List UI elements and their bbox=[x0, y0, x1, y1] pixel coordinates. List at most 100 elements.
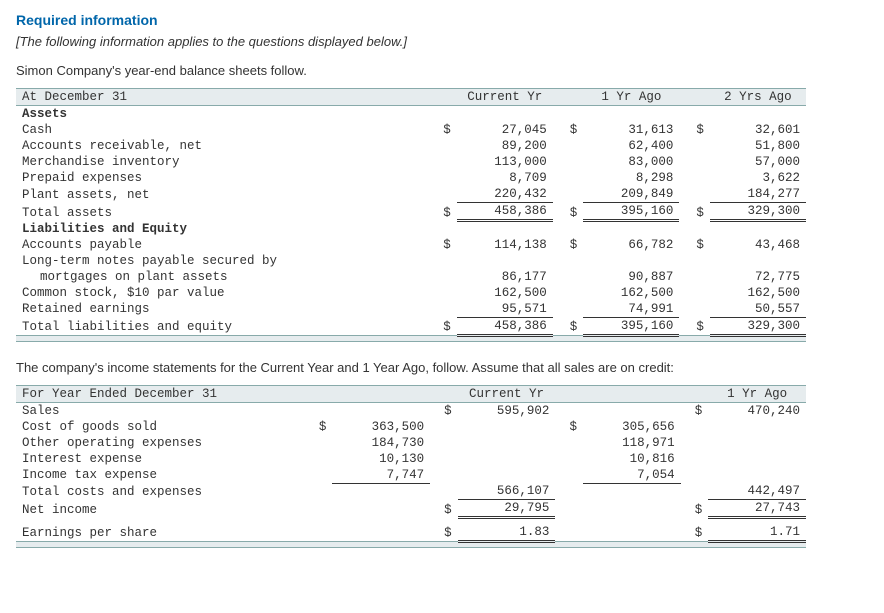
cell-val: 3,622 bbox=[710, 170, 806, 186]
cell-val: 10,816 bbox=[583, 451, 681, 467]
cell-val: 83,000 bbox=[583, 154, 679, 170]
is-row-ni: Net income $29,795 $27,743 bbox=[16, 500, 806, 518]
cell-val: 114,138 bbox=[457, 237, 553, 253]
cell-val: 89,200 bbox=[457, 138, 553, 154]
cell-sym: $ bbox=[426, 237, 456, 253]
cell-val: 90,887 bbox=[583, 269, 679, 285]
cell-val: 1.71 bbox=[708, 524, 806, 542]
bs-section-assets: Assets bbox=[16, 106, 806, 123]
cell-sym: $ bbox=[426, 317, 456, 335]
cell-val: 113,000 bbox=[457, 154, 553, 170]
is-header-row: For Year Ended December 31 Current Yr 1 … bbox=[16, 385, 806, 402]
cell-val: 118,971 bbox=[583, 435, 681, 451]
bs-col-current: Current Yr bbox=[457, 89, 553, 106]
cell-val: 162,500 bbox=[583, 285, 679, 301]
cell-sym: $ bbox=[305, 419, 333, 435]
cell-val: 470,240 bbox=[708, 402, 806, 419]
cell-val: 95,571 bbox=[457, 301, 553, 318]
cell-label: Total liabilities and equity bbox=[16, 317, 426, 335]
is-title: For Year Ended December 31 bbox=[16, 385, 305, 402]
intro-text: Simon Company's year-end balance sheets … bbox=[16, 63, 868, 78]
cell-label: Long-term notes payable secured by bbox=[16, 253, 426, 269]
cell-sym: $ bbox=[553, 122, 583, 138]
cell-val: 51,800 bbox=[710, 138, 806, 154]
bs-liab-label: Liabilities and Equity bbox=[16, 221, 426, 237]
cell-sym: $ bbox=[553, 317, 583, 335]
cell-sym: $ bbox=[681, 402, 709, 419]
cell-label: Plant assets, net bbox=[16, 186, 426, 203]
bs-row-re: Retained earnings 95,571 74,991 50,557 bbox=[16, 301, 806, 318]
balance-sheet-table: At December 31 Current Yr 1 Yr Ago 2 Yrs… bbox=[16, 88, 806, 342]
cell-val: 363,500 bbox=[332, 419, 430, 435]
cell-val: 27,743 bbox=[708, 500, 806, 518]
cell-sym: $ bbox=[430, 500, 458, 518]
cell-val: 162,500 bbox=[457, 285, 553, 301]
cell-val: 7,054 bbox=[583, 467, 681, 484]
cell-label: Retained earnings bbox=[16, 301, 426, 318]
cell-label: Total costs and expenses bbox=[16, 483, 305, 500]
cell-val: 8,298 bbox=[583, 170, 679, 186]
cell-val: 10,130 bbox=[332, 451, 430, 467]
cell-val: 66,782 bbox=[583, 237, 679, 253]
cell-sym: $ bbox=[430, 524, 458, 542]
cell-val: 43,468 bbox=[710, 237, 806, 253]
income-statement-table: For Year Ended December 31 Current Yr 1 … bbox=[16, 385, 806, 548]
bs-row-tle: Total liabilities and equity $458,386 $3… bbox=[16, 317, 806, 335]
bs-row-total-assets: Total assets $458,386 $395,160 $329,300 bbox=[16, 203, 806, 221]
bs-col-1yr: 1 Yr Ago bbox=[583, 89, 679, 106]
cell-val: 442,497 bbox=[708, 483, 806, 500]
cell-sym: $ bbox=[555, 419, 583, 435]
cell-label: Sales bbox=[16, 402, 305, 419]
is-col-current: Current Yr bbox=[458, 385, 556, 402]
is-col-1yr: 1 Yr Ago bbox=[708, 385, 806, 402]
cell-val: 395,160 bbox=[583, 317, 679, 335]
bs-row-ar: Accounts receivable, net 89,200 62,400 5… bbox=[16, 138, 806, 154]
cell-val: 86,177 bbox=[457, 269, 553, 285]
cell-val: 50,557 bbox=[710, 301, 806, 318]
bs-row-prepaid: Prepaid expenses 8,709 8,298 3,622 bbox=[16, 170, 806, 186]
is-row-cogs: Cost of goods sold $363,500 $305,656 bbox=[16, 419, 806, 435]
cell-val: 27,045 bbox=[457, 122, 553, 138]
cell-val: 184,277 bbox=[710, 186, 806, 203]
cell-sym: $ bbox=[679, 237, 709, 253]
cell-sym: $ bbox=[426, 122, 456, 138]
cell-val: 220,432 bbox=[457, 186, 553, 203]
bs-row-ltn2: mortgages on plant assets 86,177 90,887 … bbox=[16, 269, 806, 285]
cell-label: Cash bbox=[16, 122, 426, 138]
cell-val: 29,795 bbox=[458, 500, 556, 518]
bs-col-2yr: 2 Yrs Ago bbox=[710, 89, 806, 106]
cell-val: 329,300 bbox=[710, 203, 806, 221]
cell-sym: $ bbox=[553, 237, 583, 253]
cell-val: 74,991 bbox=[583, 301, 679, 318]
bs-title: At December 31 bbox=[16, 89, 426, 106]
is-row-opex: Other operating expenses 184,730 118,971 bbox=[16, 435, 806, 451]
is-row-intexp: Interest expense 10,130 10,816 bbox=[16, 451, 806, 467]
cell-sym: $ bbox=[681, 500, 709, 518]
cell-label: Other operating expenses bbox=[16, 435, 305, 451]
cell-label: Earnings per share bbox=[16, 524, 305, 542]
is-row-tcosts: Total costs and expenses 566,107 442,497 bbox=[16, 483, 806, 500]
cell-sym: $ bbox=[430, 402, 458, 419]
cell-label: Accounts receivable, net bbox=[16, 138, 426, 154]
cell-val: 8,709 bbox=[457, 170, 553, 186]
cell-sym: $ bbox=[679, 317, 709, 335]
cell-label: Merchandise inventory bbox=[16, 154, 426, 170]
bs-row-ltn1: Long-term notes payable secured by bbox=[16, 253, 806, 269]
cell-val: 162,500 bbox=[710, 285, 806, 301]
required-information-heading: Required information bbox=[16, 12, 868, 28]
cell-val: 209,849 bbox=[583, 186, 679, 203]
cell-label: Income tax expense bbox=[16, 467, 305, 484]
cell-label: Cost of goods sold bbox=[16, 419, 305, 435]
cell-label: Net income bbox=[16, 500, 305, 518]
cell-sym: $ bbox=[679, 203, 709, 221]
is-row-sales: Sales $595,902 $470,240 bbox=[16, 402, 806, 419]
cell-label: mortgages on plant assets bbox=[16, 269, 426, 285]
cell-sym: $ bbox=[679, 122, 709, 138]
cell-val: 32,601 bbox=[710, 122, 806, 138]
cell-val: 305,656 bbox=[583, 419, 681, 435]
cell-sym: $ bbox=[553, 203, 583, 221]
cell-val: 57,000 bbox=[710, 154, 806, 170]
cell-label: Interest expense bbox=[16, 451, 305, 467]
cell-val: 329,300 bbox=[710, 317, 806, 335]
cell-val: 458,386 bbox=[457, 203, 553, 221]
